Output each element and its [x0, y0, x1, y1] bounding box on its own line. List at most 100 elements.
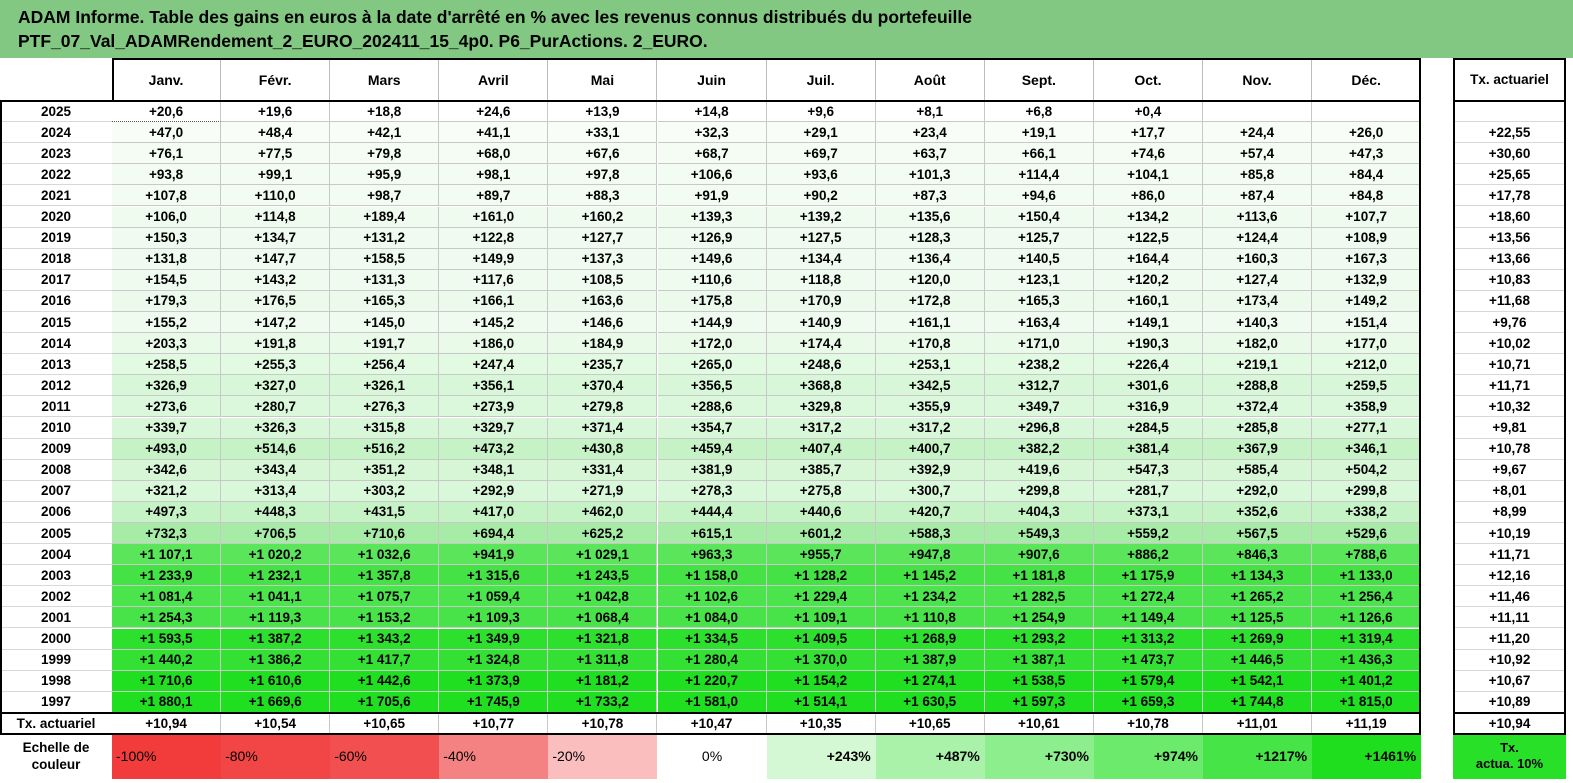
gain-cell: +277,1 [1312, 417, 1422, 439]
gain-cell: +279,8 [548, 396, 658, 418]
gain-cell: +106,0 [112, 206, 222, 228]
gain-cell: +108,5 [548, 269, 658, 291]
gain-cell: +74,6 [1093, 143, 1203, 165]
gain-cell: +367,9 [1203, 438, 1313, 460]
footer-rate-cell: +10,65 [330, 712, 440, 734]
gain-cell: +299,8 [1312, 480, 1422, 502]
footer-rate-cell: +11,19 [1312, 712, 1422, 734]
gain-cell: +284,5 [1093, 417, 1203, 439]
gain-cell: +140,5 [984, 248, 1094, 270]
gain-cell: +1 125,5 [1203, 607, 1313, 629]
gain-cell: +886,2 [1093, 544, 1203, 566]
gain-cell: +1 744,8 [1203, 691, 1313, 713]
year-label: 2018 [0, 249, 112, 270]
gain-cell: +174,4 [766, 333, 876, 355]
rate-cell: +12,16 [1453, 565, 1566, 587]
gain-cell: +134,2 [1093, 206, 1203, 228]
gain-cell: +110,0 [221, 185, 331, 207]
month-header-10: Nov. [1203, 58, 1313, 101]
month-header-9: Oct. [1094, 58, 1203, 101]
gain-cell: +139,3 [657, 206, 767, 228]
gain-cell: +182,0 [1203, 333, 1313, 355]
gain-cell [1312, 101, 1422, 123]
year-label: 2014 [0, 333, 112, 355]
gain-cell: +273,6 [112, 396, 222, 418]
gain-cell: +1 032,6 [330, 544, 440, 566]
gain-cell: +1 134,3 [1203, 565, 1313, 587]
gain-cell: +253,1 [875, 354, 985, 376]
gain-cell: +1 315,6 [439, 565, 549, 587]
gain-cell: +346,1 [1312, 438, 1422, 460]
table-row: 2010 +339,7 +326,3 +315,8 +329,7 +371,4 +354,7… [0, 417, 1573, 439]
gain-cell: +137,3 [548, 248, 658, 270]
gain-cell: +265,0 [657, 354, 767, 376]
gain-cell: +101,3 [875, 164, 985, 186]
gain-cell: +69,7 [766, 143, 876, 165]
color-scale-step: +1217% [1203, 733, 1313, 779]
gain-cell: +160,1 [1093, 290, 1203, 312]
gain-cell: +177,0 [1312, 333, 1422, 355]
rate-cell: +30,60 [1453, 143, 1566, 165]
month-header-11: Déc. [1312, 58, 1422, 101]
table-row: 2004 +1 107,1 +1 020,2 +1 032,6 +941,9 +1 029… [0, 544, 1573, 566]
report-title-line2: PTF_07_Val_ADAMRendement_2_EURO_202411_1… [18, 31, 708, 51]
gain-cell: +420,7 [875, 501, 985, 523]
gain-cell: +0,4 [1093, 101, 1203, 123]
gain-cell: +504,2 [1312, 459, 1422, 481]
year-label: 2000 [0, 629, 112, 650]
rate-cell: +25,65 [1453, 164, 1566, 186]
gain-cell: +292,9 [439, 480, 549, 502]
gain-cell: +448,3 [221, 501, 331, 523]
gain-cell: +107,8 [112, 185, 222, 207]
gain-cell: +316,9 [1093, 396, 1203, 418]
gain-cell: +280,7 [221, 396, 331, 418]
month-header-6: Juil. [767, 58, 876, 101]
table-row: 1999 +1 440,2 +1 386,2 +1 417,7 +1 324,8 +1 3… [0, 649, 1573, 671]
gain-cell: +86,0 [1093, 185, 1203, 207]
gain-cell: +173,4 [1203, 290, 1313, 312]
gain-cell: +1 265,2 [1203, 586, 1313, 608]
gain-cell: +259,5 [1312, 375, 1422, 397]
gain-cell: +1 128,2 [766, 565, 876, 587]
table-row: 2013 +258,5 +255,3 +256,4 +247,4 +235,7 +265,0… [0, 354, 1573, 376]
gain-cell: +431,5 [330, 501, 440, 523]
gain-cell: +529,6 [1312, 523, 1422, 545]
rate-cell: +10,67 [1453, 671, 1566, 692]
gain-cell: +19,6 [221, 101, 331, 123]
gains-table: Janv. Févr. Mars Avril Mai Juin Juil. Août Sept.… [0, 58, 1573, 783]
gain-cell: +417,0 [439, 501, 549, 523]
gain-cell [1203, 101, 1313, 123]
gain-cell: +176,5 [221, 290, 331, 312]
gain-cell: +356,1 [439, 375, 549, 397]
gain-cell: +1 256,4 [1312, 586, 1422, 608]
gain-cell: +1 542,1 [1203, 670, 1313, 692]
gain-cell: +1 349,9 [439, 628, 549, 650]
table-row: 1998 +1 710,6 +1 610,6 +1 442,6 +1 373,9 +1 1… [0, 670, 1573, 692]
gain-cell: +175,8 [657, 290, 767, 312]
table-row: 2005 +732,3 +706,5 +710,6 +694,4 +625,2 +615,1… [0, 523, 1573, 545]
gain-cell: +23,4 [875, 122, 985, 144]
gain-cell: +19,1 [984, 122, 1094, 144]
rate-cell: +10,32 [1453, 396, 1566, 418]
gain-cell: +235,7 [548, 354, 658, 376]
footer-rate-cell: +10,77 [439, 712, 549, 734]
rate-cell: +10,89 [1453, 692, 1566, 713]
gain-cell: +132,9 [1312, 269, 1422, 291]
gain-cell: +150,3 [112, 227, 222, 249]
gain-cell: +171,0 [984, 333, 1094, 355]
gain-cell: +1 745,9 [439, 691, 549, 713]
gain-cell: +963,3 [657, 544, 767, 566]
gain-cell: +95,9 [330, 164, 440, 186]
gain-cell: +165,3 [984, 290, 1094, 312]
year-label: 2001 [0, 607, 112, 629]
gain-cell: +625,2 [548, 523, 658, 545]
rate-cell: +11,46 [1453, 586, 1566, 608]
gain-cell: +1 387,9 [875, 649, 985, 671]
gain-cell: +136,4 [875, 248, 985, 270]
color-scale-label-line1: Echelle de [22, 740, 90, 756]
gain-cell: +89,7 [439, 185, 549, 207]
gain-cell: +473,2 [439, 438, 549, 460]
gain-cell: +160,2 [548, 206, 658, 228]
gain-cell: +1 597,3 [984, 691, 1094, 713]
gain-cell: +191,8 [221, 333, 331, 355]
